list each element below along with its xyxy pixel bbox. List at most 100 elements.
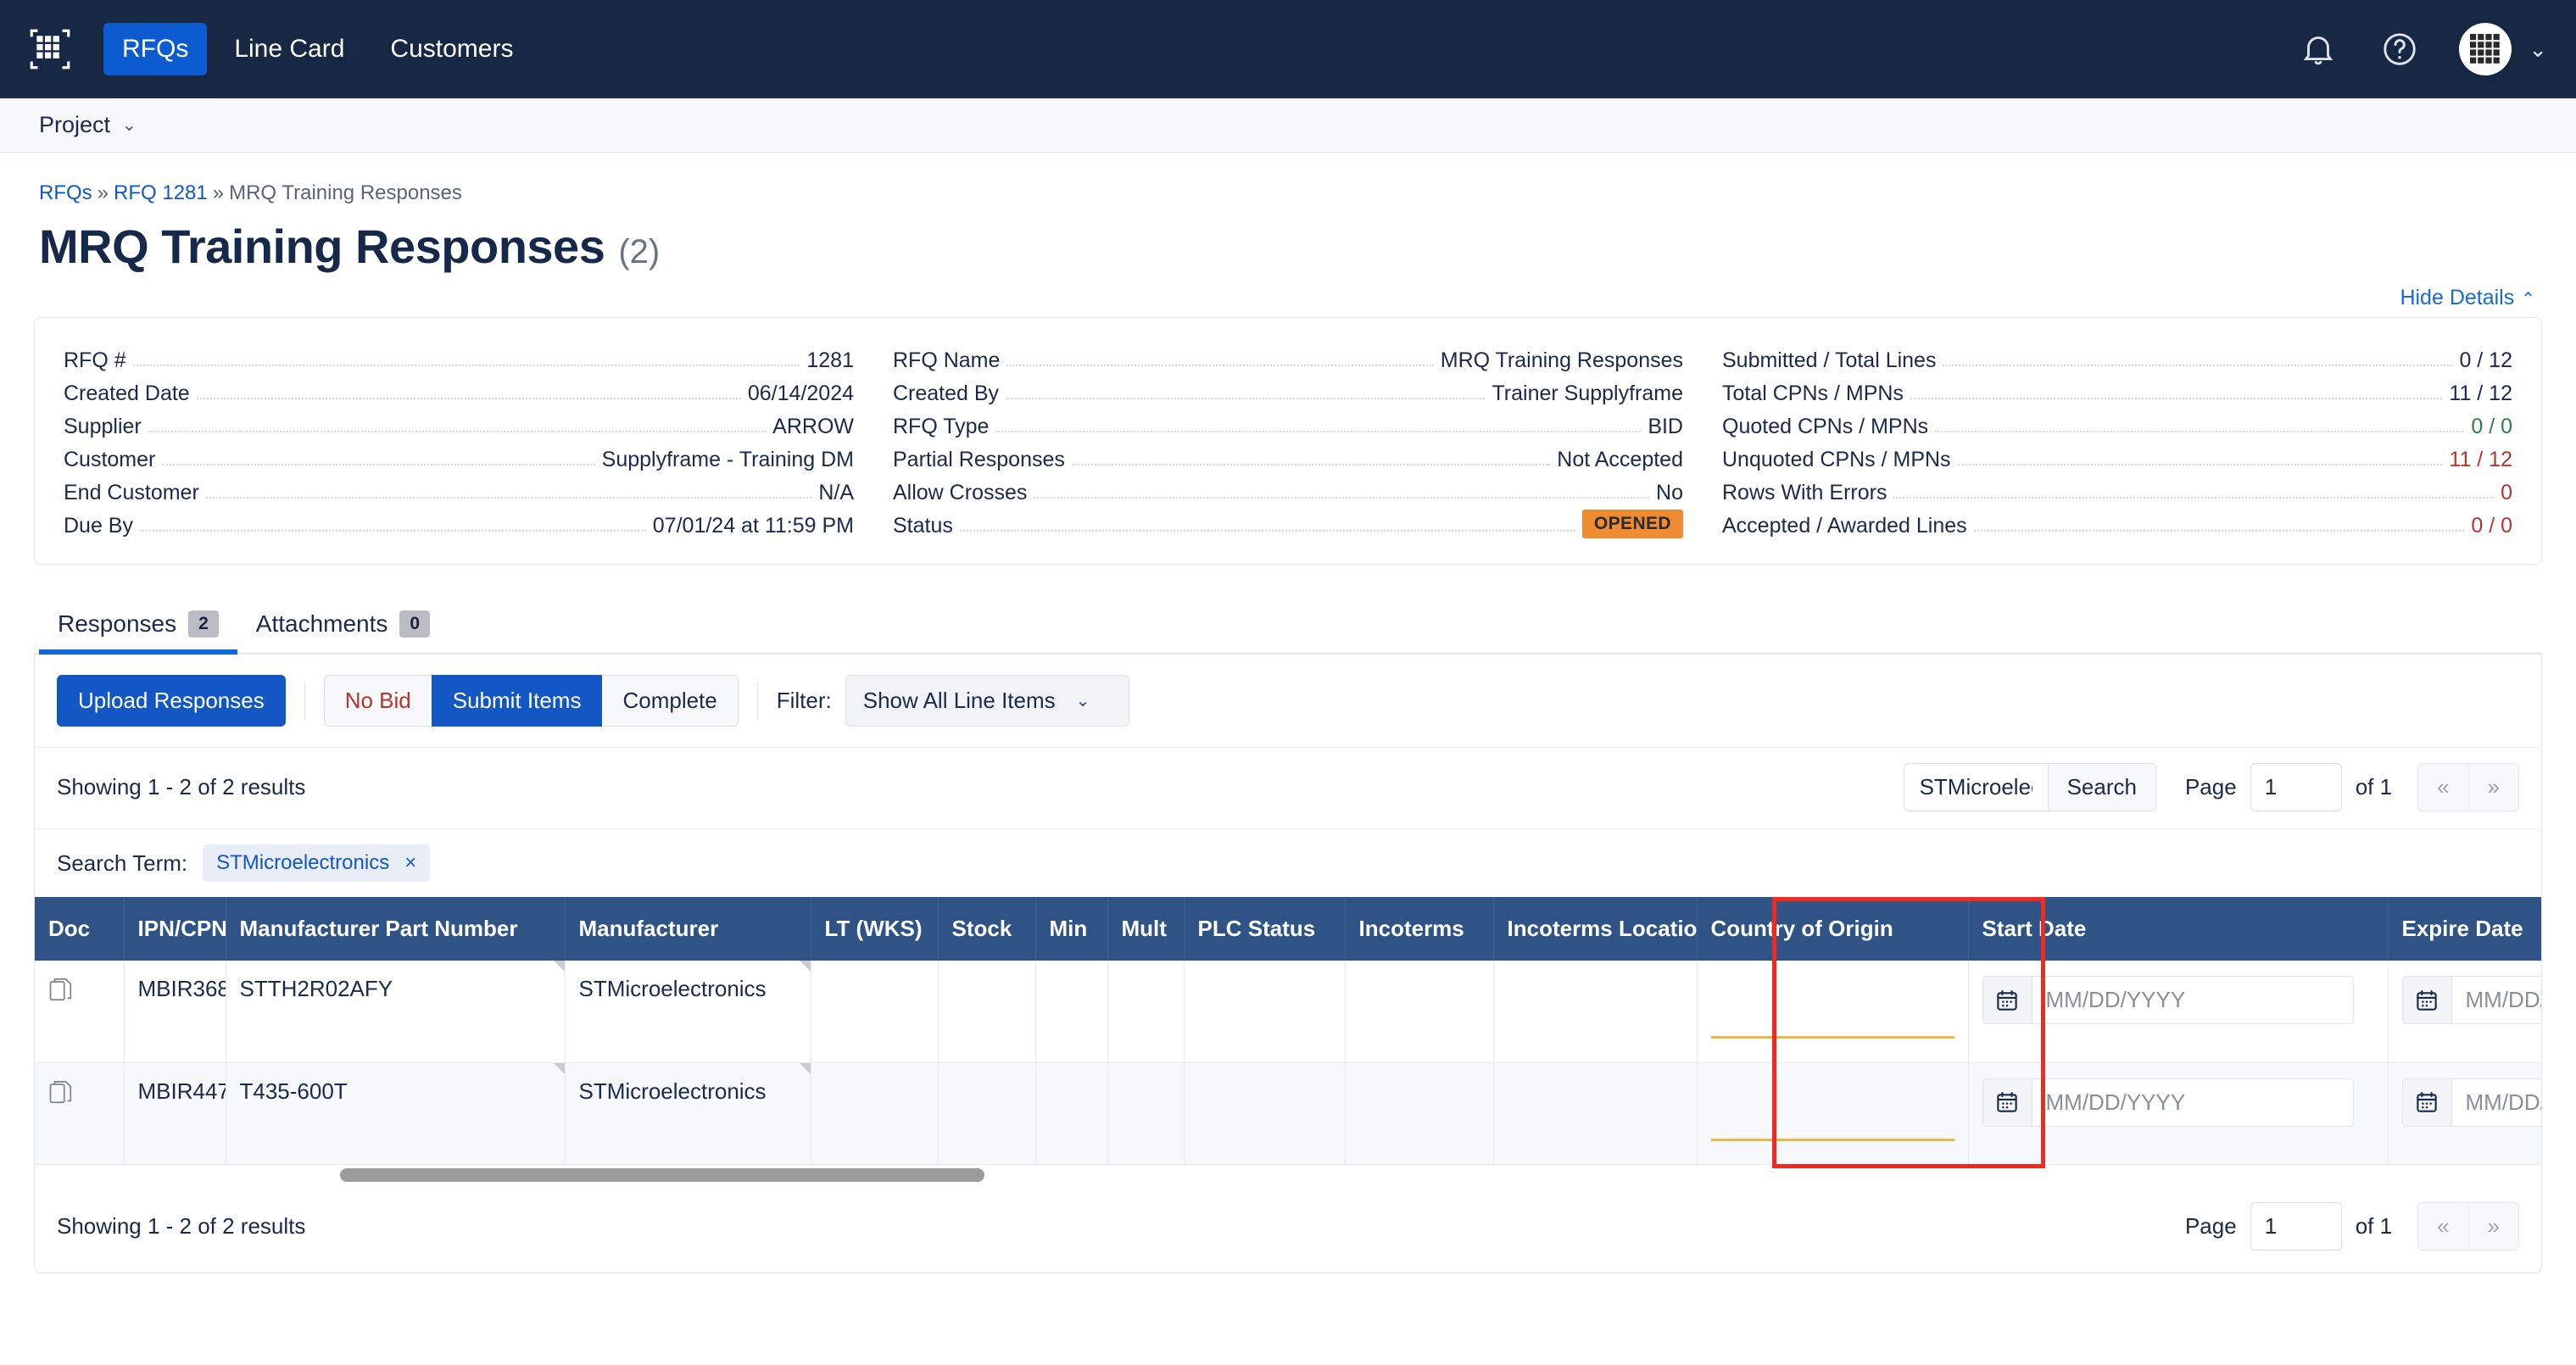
last-page-button[interactable]: » — [2467, 763, 2519, 811]
expire-date-input[interactable] — [2451, 1078, 2541, 1127]
breadcrumb-separator: » — [97, 181, 109, 204]
detail-row-end-customer: End Customer N/A — [64, 472, 854, 505]
cell-corner-marker — [799, 1062, 810, 1074]
column-header-lt-wks[interactable]: LT (WKS) — [811, 897, 939, 961]
detail-label: RFQ # — [64, 348, 126, 372]
column-header-mult[interactable]: Mult — [1107, 897, 1185, 961]
chevron-down-icon[interactable]: ⌄ — [2529, 36, 2547, 63]
grid-logo-icon[interactable] — [25, 25, 75, 74]
complete-button[interactable]: Complete — [602, 675, 739, 727]
cell-ipn-cpn[interactable]: MBIR4476 — [124, 1062, 226, 1165]
column-header-start-date[interactable]: Start Date — [1968, 897, 2389, 961]
nav-link-customers[interactable]: Customers — [371, 23, 532, 75]
column-header-incoterms-location[interactable]: Incoterms Location — [1493, 897, 1698, 961]
expire-date-input[interactable] — [2451, 976, 2541, 1024]
tab-responses[interactable]: Responses 2 — [39, 600, 237, 655]
breadcrumb-rfqs[interactable]: RFQs — [39, 181, 92, 204]
column-header-manufacturer[interactable]: Manufacturer — [565, 897, 811, 961]
leader-dots — [1006, 398, 1486, 399]
calendar-icon[interactable] — [1982, 976, 2032, 1024]
cell-expire-date[interactable] — [2388, 961, 2541, 1063]
start-date-input[interactable] — [2031, 976, 2354, 1024]
hide-details-toggle[interactable]: Hide Details ⌃ — [2400, 286, 2535, 310]
cell-manufacturer-part-number[interactable]: T435-600T — [226, 1062, 566, 1165]
column-header-ipn-cpn[interactable]: IPN/CPN — [124, 897, 226, 961]
tab-attachments[interactable]: Attachments 0 — [237, 600, 449, 653]
cell-incoterms-location[interactable] — [1493, 1062, 1698, 1165]
search-term-chip[interactable]: STMicroelectronics × — [203, 844, 431, 882]
column-header-min[interactable]: Min — [1035, 897, 1108, 961]
last-page-button[interactable]: » — [2467, 1201, 2519, 1251]
cell-expire-date[interactable] — [2388, 1062, 2541, 1165]
start-date-input[interactable] — [2031, 1078, 2354, 1127]
cell-country-of-origin[interactable] — [1697, 1062, 1969, 1165]
column-header-doc[interactable]: Doc — [35, 897, 125, 961]
copy-document-icon[interactable] — [48, 978, 74, 1010]
horizontal-scrollbar[interactable] — [35, 1167, 2541, 1184]
cell-lt-wks[interactable] — [811, 961, 939, 1063]
cell-country-of-origin[interactable] — [1697, 961, 1969, 1063]
column-header-incoterms[interactable]: Incoterms — [1345, 897, 1494, 961]
bell-icon[interactable] — [2296, 27, 2340, 71]
responses-panel: Upload Responses No Bid Submit Items Com… — [34, 655, 2542, 1273]
cell-doc[interactable] — [35, 1062, 125, 1165]
column-header-stock[interactable]: Stock — [938, 897, 1036, 961]
detail-row-rows-with-errors: Rows With Errors 0 — [1722, 472, 2512, 505]
toolbar-divider — [756, 682, 758, 720]
column-header-plc-status[interactable]: PLC Status — [1184, 897, 1346, 961]
close-icon[interactable]: × — [404, 851, 416, 875]
cell-manufacturer-part-number[interactable]: STTH2R02AFY — [226, 961, 566, 1063]
calendar-icon[interactable] — [2401, 976, 2451, 1024]
chevron-down-icon[interactable]: ⌄ — [122, 114, 137, 136]
cell-manufacturer[interactable]: STMicroelectronics — [565, 1062, 811, 1165]
cell-incoterms-location[interactable] — [1493, 961, 1698, 1063]
breadcrumb-rfq-1281[interactable]: RFQ 1281 — [114, 181, 208, 204]
search-input[interactable] — [1903, 763, 2048, 811]
cell-min[interactable] — [1035, 1062, 1108, 1165]
detail-value: ARROW — [772, 415, 854, 438]
cell-start-date[interactable] — [1968, 961, 2389, 1063]
responses-table: Doc IPN/CPN Manufacturer Part Number Man… — [35, 897, 2541, 1165]
nav-link-line-card[interactable]: Line Card — [215, 23, 363, 75]
nav-link-rfqs[interactable]: RFQs — [103, 23, 208, 75]
cell-doc[interactable] — [35, 961, 125, 1063]
calendar-icon[interactable] — [2401, 1078, 2451, 1127]
first-page-button[interactable]: « — [2417, 763, 2468, 811]
no-bid-button[interactable]: No Bid — [323, 675, 432, 727]
cell-mult[interactable] — [1107, 1062, 1185, 1165]
country-of-origin-input[interactable] — [1710, 976, 1954, 1039]
cell-ipn-cpn[interactable]: MBIR3680 — [124, 961, 226, 1063]
cell-start-date[interactable] — [1968, 1062, 2389, 1165]
cell-plc-status[interactable] — [1184, 1062, 1346, 1165]
country-of-origin-input[interactable] — [1710, 1078, 1954, 1141]
page-number-input[interactable] — [2250, 763, 2342, 811]
cell-manufacturer[interactable]: STMicroelectronics — [565, 961, 811, 1063]
column-header-manufacturer-part-number[interactable]: Manufacturer Part Number — [226, 897, 566, 961]
cell-stock[interactable] — [938, 961, 1036, 1063]
tab-label: Attachments — [255, 610, 388, 637]
horizontal-scrollbar-thumb[interactable] — [340, 1167, 984, 1182]
column-header-expire-date[interactable]: Expire Date — [2388, 897, 2541, 961]
page-number-input[interactable] — [2250, 1201, 2342, 1251]
submit-items-button[interactable]: Submit Items — [431, 675, 603, 727]
detail-value: Trainer Supplyframe — [1492, 382, 1683, 405]
cell-min[interactable] — [1035, 961, 1108, 1063]
avatar[interactable] — [2459, 23, 2512, 75]
search-button[interactable]: Search — [2047, 763, 2156, 811]
upload-responses-button[interactable]: Upload Responses — [57, 675, 286, 727]
calendar-icon[interactable] — [1982, 1078, 2032, 1127]
filter-select[interactable]: Show All Line Items ⌄ — [845, 675, 1130, 727]
detail-label: Unquoted CPNs / MPNs — [1722, 448, 1951, 471]
cell-mult[interactable] — [1107, 961, 1185, 1063]
project-selector-label[interactable]: Project — [39, 112, 110, 138]
cell-lt-wks[interactable] — [811, 1062, 939, 1165]
cell-stock[interactable] — [938, 1062, 1036, 1165]
cell-incoterms[interactable] — [1345, 1062, 1494, 1165]
copy-document-icon[interactable] — [48, 1080, 74, 1112]
column-header-country-of-origin[interactable]: Country of Origin — [1697, 897, 1969, 961]
cell-incoterms[interactable] — [1345, 961, 1494, 1063]
question-circle-icon[interactable] — [2378, 27, 2422, 71]
first-page-button[interactable]: « — [2417, 1201, 2468, 1251]
responses-table-scroll[interactable]: Doc IPN/CPN Manufacturer Part Number Man… — [35, 897, 2541, 1184]
cell-plc-status[interactable] — [1184, 961, 1346, 1063]
